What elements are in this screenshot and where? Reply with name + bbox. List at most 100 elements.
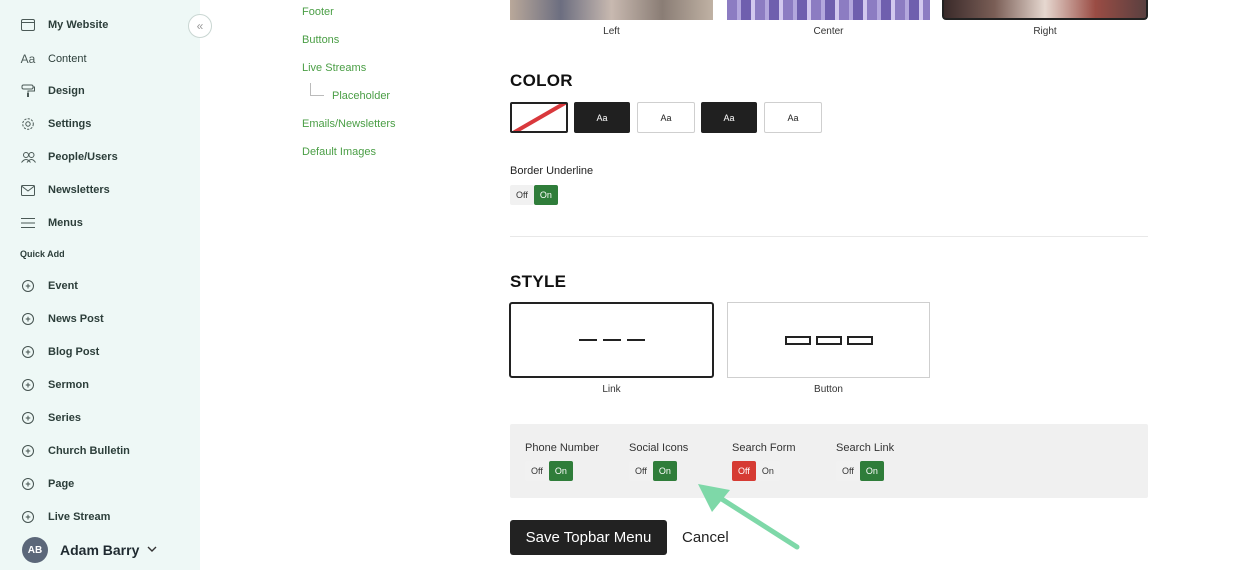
plus-circle-icon: +	[22, 445, 34, 457]
plus-circle-icon: +	[22, 346, 34, 358]
text-icon: Aa	[20, 52, 36, 66]
browser-window-icon	[20, 17, 36, 33]
toggle-on-option[interactable]: On	[548, 461, 573, 481]
sidebar-item-label: People/Users	[48, 151, 118, 163]
sidebar-item-my-website[interactable]: My Website	[20, 15, 108, 35]
toggle-off-option[interactable]: Off	[836, 461, 860, 481]
quick-add-label: Page	[48, 478, 75, 490]
gear-icon	[20, 116, 36, 132]
style-button-label: Button	[814, 384, 843, 395]
quick-add-label: Event	[48, 280, 78, 292]
quick-add-page[interactable]: + Page	[20, 474, 74, 494]
plus-circle-icon: +	[22, 379, 34, 391]
chevron-down-icon	[147, 544, 157, 556]
phone-number-label: Phone Number	[525, 442, 599, 454]
color-swatch-light-alt[interactable]: Aa	[764, 102, 822, 133]
color-swatch-none[interactable]	[510, 102, 568, 133]
alignment-center-thumbnail[interactable]	[727, 0, 930, 20]
mail-icon	[20, 182, 36, 198]
plus-circle-icon: +	[22, 313, 34, 325]
tree-connector	[310, 83, 324, 96]
quick-add-blog-post[interactable]: + Blog Post	[20, 342, 99, 362]
style-heading: STYLE	[510, 272, 567, 291]
sidebar-item-menus[interactable]: Menus	[20, 213, 83, 233]
toggle-off-option[interactable]: Off	[510, 185, 534, 205]
toggle-on-option[interactable]: On	[533, 185, 558, 205]
alignment-right-label: Right	[1033, 26, 1057, 37]
save-topbar-menu-button[interactable]: Save Topbar Menu	[510, 520, 667, 555]
subnav-default-images[interactable]: Default Images	[302, 146, 376, 158]
search-link-toggle[interactable]: Off On	[836, 461, 884, 481]
toggle-on-option[interactable]: On	[652, 461, 677, 481]
quick-add-label: Church Bulletin	[48, 445, 130, 457]
sidebar-item-label: My Website	[48, 19, 109, 31]
quick-add-news-post[interactable]: + News Post	[20, 309, 104, 329]
quick-add-label: Blog Post	[48, 346, 100, 358]
quick-add-label: Sermon	[48, 379, 89, 391]
sidebar-item-settings[interactable]: Settings	[20, 114, 91, 134]
quick-add-sermon[interactable]: + Sermon	[20, 375, 89, 395]
social-icons-toggle[interactable]: Off On	[629, 461, 677, 481]
phone-number-toggle[interactable]: Off On	[525, 461, 573, 481]
sidebar-item-label: Settings	[48, 118, 92, 130]
sidebar-item-label: Menus	[48, 217, 83, 229]
toggle-on-option[interactable]: On	[755, 461, 780, 481]
subnav-emails-newsletters[interactable]: Emails/Newsletters	[302, 118, 396, 130]
sidebar-item-label: Newsletters	[48, 184, 110, 196]
quick-add-label: Live Stream	[48, 511, 111, 523]
color-heading: COLOR	[510, 71, 573, 90]
plus-circle-icon: +	[22, 412, 34, 424]
alignment-left-label: Left	[603, 26, 620, 37]
paint-roller-icon	[20, 83, 36, 99]
quick-add-church-bulletin[interactable]: + Church Bulletin	[20, 441, 130, 461]
toggle-off-option[interactable]: Off	[732, 461, 756, 481]
quick-add-series[interactable]: + Series	[20, 408, 81, 428]
quick-add-heading: Quick Add	[20, 249, 65, 259]
sidebar-item-people-users[interactable]: People/Users	[20, 147, 118, 167]
plus-circle-icon: +	[22, 511, 34, 523]
sidebar-item-label: Content	[48, 53, 87, 65]
quick-add-live-stream[interactable]: + Live Stream	[20, 507, 110, 527]
section-divider	[510, 236, 1148, 237]
toggle-on-option[interactable]: On	[859, 461, 884, 481]
sidebar: My Website « Aa Content Design Settings …	[0, 0, 212, 570]
border-underline-label: Border Underline	[510, 165, 594, 177]
sidebar-item-content[interactable]: Aa Content	[20, 49, 87, 69]
alignment-left-thumbnail[interactable]	[510, 0, 713, 20]
quick-add-event[interactable]: + Event	[20, 276, 78, 296]
alignment-right-thumbnail[interactable]	[942, 0, 1148, 20]
style-link-label: Link	[602, 384, 621, 395]
sidebar-item-newsletters[interactable]: Newsletters	[20, 180, 110, 200]
plus-circle-icon: +	[22, 280, 34, 292]
sidebar-item-label: Design	[48, 85, 85, 97]
toggle-off-option[interactable]: Off	[525, 461, 549, 481]
search-form-toggle[interactable]: Off On	[732, 461, 780, 481]
sidebar-item-design[interactable]: Design	[20, 81, 85, 101]
topbar-toggles-panel: Phone Number Off On Social Icons Off On …	[510, 424, 1148, 498]
social-icons-label: Social Icons	[629, 442, 689, 454]
subnav-buttons[interactable]: Buttons	[302, 34, 339, 46]
color-swatch-light[interactable]: Aa	[637, 102, 695, 133]
plus-circle-icon: +	[22, 478, 34, 490]
subnav-footer[interactable]: Footer	[302, 6, 334, 18]
color-swatch-dark-alt[interactable]: Aa	[701, 102, 757, 133]
toggle-off-option[interactable]: Off	[629, 461, 653, 481]
style-option-link[interactable]	[509, 302, 714, 378]
quick-add-label: News Post	[48, 313, 104, 325]
collapse-sidebar-button[interactable]: «	[188, 14, 212, 38]
style-option-button[interactable]	[727, 302, 930, 378]
button-style-icon	[784, 335, 873, 345]
people-icon	[20, 149, 36, 165]
cancel-button[interactable]: Cancel	[682, 529, 729, 546]
subnav-placeholder[interactable]: Placeholder	[332, 90, 390, 102]
search-link-label: Search Link	[836, 442, 895, 454]
user-menu[interactable]: AB Adam Barry	[22, 537, 157, 563]
border-underline-toggle[interactable]: Off On	[510, 185, 558, 205]
subnav-live-streams[interactable]: Live Streams	[302, 62, 366, 74]
alignment-center-label: Center	[813, 26, 844, 37]
menu-icon	[20, 215, 36, 231]
color-swatch-dark[interactable]: Aa	[574, 102, 630, 133]
user-name: Adam Barry	[60, 542, 140, 558]
annotation-arrow-icon	[698, 484, 800, 550]
search-form-label: Search Form	[732, 442, 796, 454]
